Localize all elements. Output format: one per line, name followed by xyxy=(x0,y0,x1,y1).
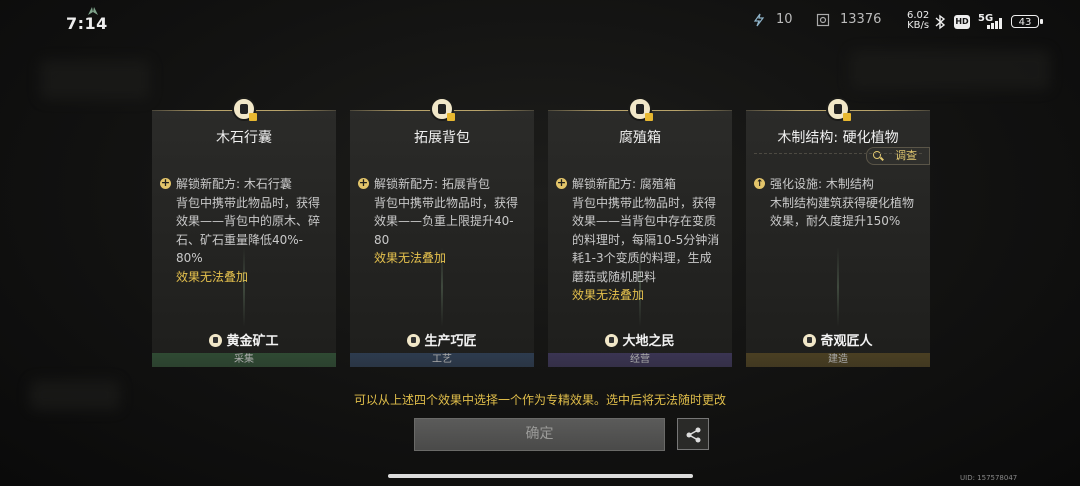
specialization-card[interactable]: 木制结构: 硬化植物调查强化设施: 木制结构木制结构建筑获得硬化植物效果，耐久度… xyxy=(746,97,930,367)
recipe-icon xyxy=(826,97,851,121)
card-description: 强化设施: 木制结构木制结构建筑获得硬化植物效果，耐久度提升150% xyxy=(754,175,924,231)
unlock-line: 强化设施: 木制结构 xyxy=(754,175,924,194)
battery-indicator: 43 xyxy=(1011,15,1043,28)
card-description: 解锁新配方: 木石行囊背包中携带此物品时，获得效果——背包中的原木、碎石、矿石重… xyxy=(160,174,330,286)
description-line: 的料理时，每隔10-5分钟消 xyxy=(572,232,720,247)
status-bar: 7:14 10 13376 6.02 KB/s HD 5G 43 xyxy=(0,0,1080,44)
description-line: 效果——负重上限提升40- xyxy=(374,214,514,228)
energy-icon xyxy=(753,13,765,26)
specialization-card[interactable]: 腐殖箱解锁新配方: 腐殖箱背包中携带此物品时，获得效果——当背包中存在变质的料理… xyxy=(548,97,732,367)
card-glow xyxy=(639,247,641,327)
category-strip: 经营 xyxy=(548,353,732,367)
no-stack-warning: 效果无法叠加 xyxy=(176,269,249,284)
description-line: 80 xyxy=(374,232,390,247)
unlock-icon xyxy=(556,174,567,193)
resource-counter-1: 10 xyxy=(752,12,793,27)
role-name: 大地之民 xyxy=(622,334,675,349)
resource-1-value: 10 xyxy=(776,12,793,27)
home-indicator[interactable] xyxy=(388,474,693,478)
role-name: 奇观匠人 xyxy=(820,334,873,349)
upgrade-icon xyxy=(754,175,765,194)
clock: 7:14 xyxy=(66,14,108,33)
confirm-button[interactable]: 确定 xyxy=(414,418,665,451)
recipe-icon xyxy=(628,97,653,121)
description-line: 效果——当背包中存在变质 xyxy=(572,214,717,228)
role-label: 生产巧匠 xyxy=(350,330,534,349)
role-icon xyxy=(803,334,817,347)
description-line: 木制结构建筑获得硬化植物 xyxy=(770,195,915,210)
description-line: 背包中携带此物品时，获得 xyxy=(374,195,519,210)
role-icon xyxy=(605,334,619,347)
card-glow xyxy=(441,247,443,327)
inspect-label: 调查 xyxy=(895,149,917,162)
card-description: 解锁新配方: 腐殖箱背包中携带此物品时，获得效果——当背包中存在变质的料理时，每… xyxy=(556,174,726,305)
share-button[interactable] xyxy=(677,418,709,450)
unlock-text: 解锁新配方: 木石行囊 xyxy=(176,177,292,191)
description-line: 背包中携带此物品时，获得 xyxy=(176,195,321,210)
category-strip: 建造 xyxy=(746,353,930,367)
recipe-icon xyxy=(232,97,257,121)
unlock-text: 解锁新配方: 腐殖箱 xyxy=(572,177,676,191)
card-description: 解锁新配方: 拓展背包背包中携带此物品时，获得效果——负重上限提升40- 80 效果… xyxy=(358,174,528,268)
description-line: 效果——背包中的原木、碎 xyxy=(176,214,321,228)
description-line: 效果，耐久度提升150% xyxy=(770,214,901,228)
card-glow xyxy=(243,247,245,327)
inspect-button[interactable]: 调查 xyxy=(866,147,930,165)
specialization-card[interactable]: 木石行囊解锁新配方: 木石行囊背包中携带此物品时，获得效果——背包中的原木、碎石… xyxy=(152,97,336,367)
description-line: 石、矿石重量降低40%- xyxy=(176,232,304,247)
unlock-line: 解锁新配方: 腐殖箱 xyxy=(556,174,726,194)
card-glow xyxy=(837,247,839,327)
share-icon xyxy=(686,427,701,443)
signal-icon xyxy=(987,18,1002,29)
card-title: 拓展背包 xyxy=(414,130,470,146)
description-line: 耗1-3个变质的料理，生成 xyxy=(572,251,712,265)
unlock-icon xyxy=(358,174,369,193)
role-icon xyxy=(209,334,223,347)
card-title: 木石行囊 xyxy=(216,130,272,146)
unlock-line: 解锁新配方: 拓展背包 xyxy=(358,174,528,194)
bluetooth-icon xyxy=(935,14,946,30)
net-speed: 6.02 KB/s xyxy=(907,11,929,31)
leaf-icon xyxy=(88,7,98,15)
unlock-text: 解锁新配方: 拓展背包 xyxy=(374,177,490,191)
description-line: 背包中携带此物品时，获得 xyxy=(572,195,717,210)
net-speed-unit: KB/s xyxy=(907,20,930,31)
role-label: 黄金矿工 xyxy=(152,330,336,349)
card-divider xyxy=(754,153,922,154)
unlock-line: 解锁新配方: 木石行囊 xyxy=(160,174,330,194)
category-strip: 采集 xyxy=(152,353,336,367)
no-stack-warning: 效果无法叠加 xyxy=(572,288,645,302)
resource-counter-2: 13376 xyxy=(816,12,881,27)
resource-2-value: 13376 xyxy=(840,12,882,27)
unlock-icon xyxy=(160,174,171,193)
background-panel xyxy=(40,60,150,100)
selection-hint: 可以从上述四个效果中选择一个作为专精效果。选中后将无法随时更改 xyxy=(353,393,726,407)
card-title: 腐殖箱 xyxy=(619,130,661,146)
role-name: 黄金矿工 xyxy=(226,334,279,349)
role-name: 生产巧匠 xyxy=(424,334,477,349)
specialization-card[interactable]: 拓展背包解锁新配方: 拓展背包背包中携带此物品时，获得效果——负重上限提升40-… xyxy=(350,97,534,367)
background-panel xyxy=(850,50,1050,90)
no-stack-warning: 效果无法叠加 xyxy=(374,251,447,265)
role-label: 大地之民 xyxy=(548,330,732,349)
crest-icon xyxy=(816,13,830,26)
category-strip: 工艺 xyxy=(350,353,534,367)
description-line: 80% xyxy=(176,251,203,265)
uid-label: UID: 157578047 xyxy=(960,474,1018,482)
role-label: 奇观匠人 xyxy=(746,330,930,349)
unlock-text: 强化设施: 木制结构 xyxy=(770,177,874,191)
hd-badge: HD xyxy=(954,15,970,29)
description-line: 蘑菇或随机肥料 xyxy=(572,269,657,284)
card-title: 木制结构: 硬化植物 xyxy=(777,130,899,146)
recipe-icon xyxy=(430,97,455,121)
role-icon xyxy=(407,334,421,347)
